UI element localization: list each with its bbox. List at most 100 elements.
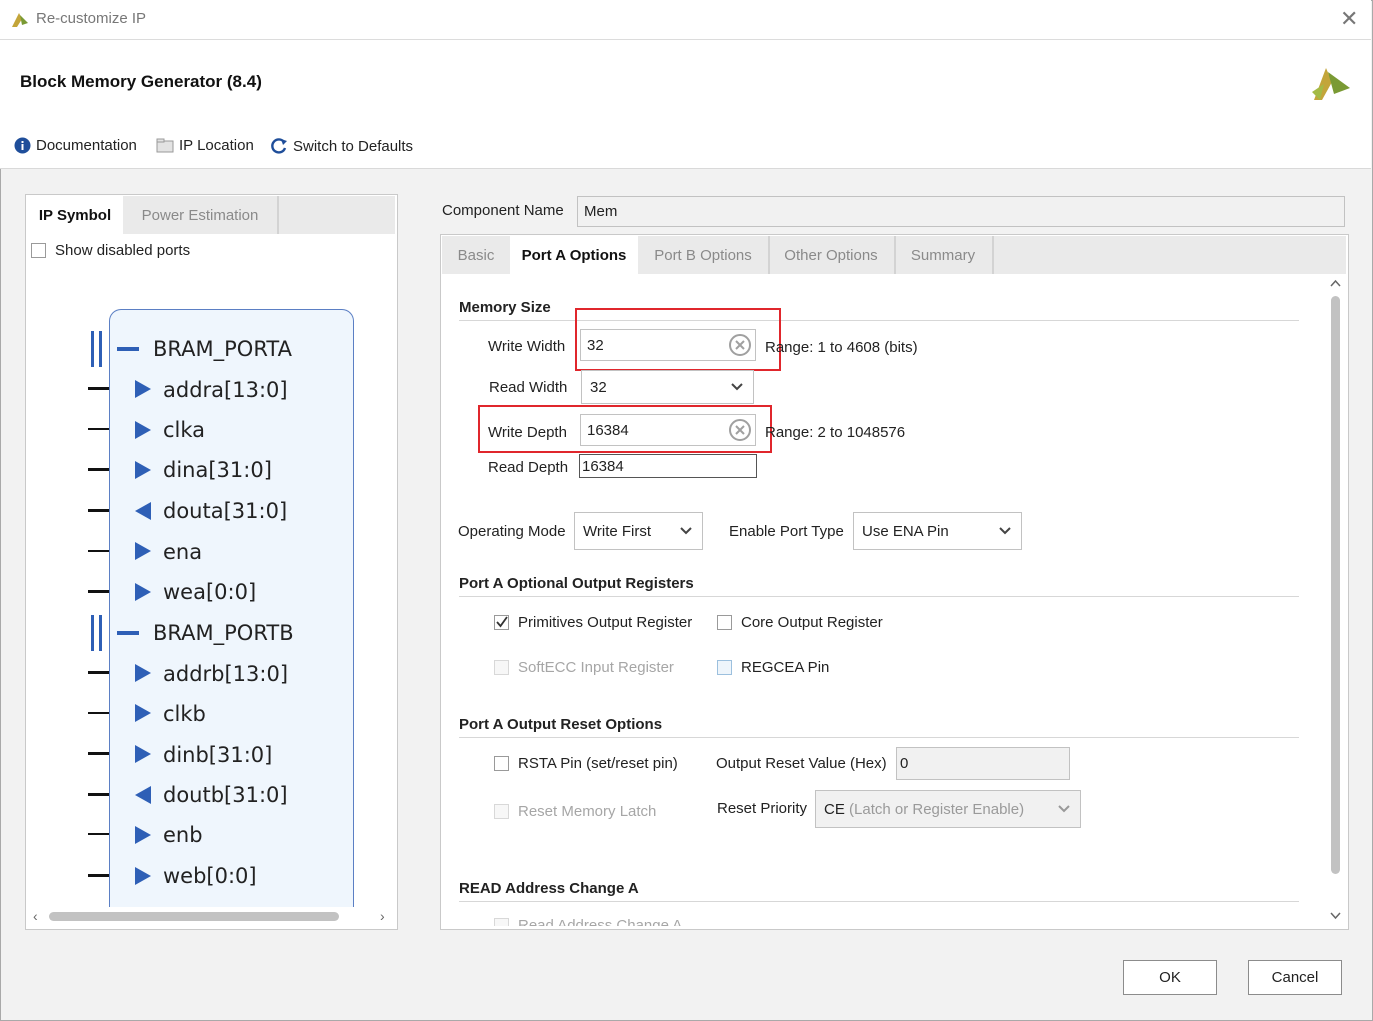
scroll-right-icon[interactable]: › — [380, 908, 385, 924]
output-reset-value: 0 — [900, 755, 909, 772]
tab-port-b-options[interactable]: Port B Options — [638, 236, 770, 274]
collapse-icon[interactable] — [117, 631, 139, 635]
port-label: wea[0:0] — [163, 580, 257, 604]
input-arrow-icon — [135, 826, 151, 844]
port-stub — [88, 874, 109, 877]
xilinx-logo-icon — [1312, 68, 1350, 100]
regcea-pin-checkbox[interactable] — [717, 660, 732, 675]
folder-icon — [156, 138, 174, 153]
checkmark-icon — [496, 616, 508, 628]
port-stub — [88, 833, 109, 835]
collapse-icon[interactable] — [117, 347, 139, 351]
ip-location-label: IP Location — [179, 137, 254, 154]
switch-defaults-label: Switch to Defaults — [293, 137, 414, 155]
tab-ip-symbol[interactable]: IP Symbol — [27, 196, 123, 234]
port-label: clka — [163, 418, 206, 442]
primitives-output-register-label: Primitives Output Register — [518, 614, 693, 631]
operating-mode-value: Write First — [583, 522, 652, 540]
documentation-button[interactable]: Documentation — [14, 137, 137, 154]
read-depth-value: 16384 — [582, 457, 624, 475]
port-stub — [88, 468, 109, 471]
scroll-up-icon[interactable] — [1330, 279, 1341, 287]
core-output-register-label: Core Output Register — [741, 614, 883, 631]
reset-priority-select: CE (Latch or Register Enable) — [815, 790, 1081, 828]
memory-size-heading: Memory Size — [459, 299, 551, 316]
port-stub — [88, 550, 109, 552]
enable-port-type-select[interactable]: Use ENA Pin — [853, 512, 1022, 550]
rsta-pin-checkbox[interactable] — [494, 756, 509, 771]
reset-memory-latch-checkbox — [494, 804, 509, 819]
reset-options-heading: Port A Output Reset Options — [459, 716, 663, 733]
read-width-label: Read Width — [489, 379, 568, 396]
chevron-down-icon — [1058, 805, 1070, 813]
input-arrow-icon — [135, 867, 151, 885]
input-arrow-icon — [135, 421, 151, 439]
port-stub — [88, 509, 109, 512]
tab-basic[interactable]: Basic — [442, 236, 512, 274]
close-button[interactable]: ✕ — [1340, 6, 1358, 32]
port-stub — [88, 793, 109, 796]
output-arrow-icon — [135, 786, 151, 804]
component-name-label: Component Name — [442, 202, 564, 219]
highlight-box-write-depth — [478, 405, 772, 453]
show-disabled-ports-label: Show disabled ports — [55, 242, 191, 259]
bus-bar-left — [91, 331, 94, 367]
bus-bar-left — [91, 615, 94, 651]
highlight-box-write-width — [575, 308, 781, 371]
section-divider — [459, 901, 1299, 902]
read-depth-field: 16384 — [579, 454, 757, 478]
bus-bar-right — [99, 615, 102, 651]
read-width-select[interactable]: 32 — [581, 370, 754, 404]
read-address-clip: Read Address Change A — [490, 912, 790, 926]
scroll-down-icon[interactable] — [1330, 912, 1341, 920]
softecc-input-register-checkbox — [494, 660, 509, 675]
show-disabled-ports-checkbox[interactable] — [31, 243, 46, 258]
ip-location-button[interactable]: IP Location — [156, 137, 254, 154]
read-address-heading: READ Address Change A — [459, 880, 639, 897]
read-width-value: 32 — [590, 378, 607, 396]
port-label: addrb[13:0] — [163, 662, 289, 686]
reset-priority-value: CE (Latch or Register Enable) — [824, 801, 1024, 818]
input-arrow-icon — [135, 704, 151, 722]
input-arrow-icon — [135, 380, 151, 398]
enable-port-type-value: Use ENA Pin — [862, 522, 949, 540]
ok-button[interactable]: OK — [1123, 960, 1217, 995]
port-stub — [88, 387, 109, 390]
port-label: clkb — [163, 702, 206, 726]
tab-power-estimation[interactable]: Power Estimation — [123, 196, 279, 234]
write-depth-range: Range: 2 to 1048576 — [765, 424, 906, 441]
output-registers-heading: Port A Optional Output Registers — [459, 575, 694, 592]
operating-mode-select[interactable]: Write First — [574, 512, 703, 550]
port-label: dinb[31:0] — [163, 743, 273, 767]
tab-other-options[interactable]: Other Options — [768, 236, 896, 274]
cancel-button[interactable]: Cancel — [1248, 960, 1342, 995]
scroll-left-icon[interactable]: ‹ — [33, 908, 38, 924]
reset-priority-rest: (Latch or Register Enable) — [844, 800, 1025, 818]
enable-port-type-label: Enable Port Type — [729, 523, 844, 540]
softecc-input-register-label: SoftECC Input Register — [518, 659, 674, 676]
scrollbar-thumb[interactable] — [49, 912, 339, 921]
port-label: doutb[31:0] — [163, 783, 288, 807]
vivado-logo-icon — [12, 13, 28, 27]
switch-defaults-button[interactable]: Switch to Defaults — [270, 137, 413, 155]
window-title: Re-customize IP — [36, 10, 147, 27]
component-name-input[interactable]: Mem — [577, 196, 1345, 227]
core-output-register-checkbox[interactable] — [717, 615, 732, 630]
port-label: enb — [163, 823, 203, 847]
group-label-portb: BRAM_PORTB — [153, 621, 294, 645]
rsta-pin-label: RSTA Pin (set/reset pin) — [518, 755, 678, 772]
tab-port-a-options[interactable]: Port A Options — [510, 236, 638, 274]
read-address-change-checkbox — [494, 918, 509, 926]
input-arrow-icon — [135, 542, 151, 560]
scrollbar-thumb[interactable] — [1331, 296, 1340, 874]
port-label: douta[31:0] — [163, 499, 288, 523]
reset-priority-label: Reset Priority — [717, 800, 808, 817]
chevron-down-icon — [680, 527, 692, 535]
title-bar — [0, 0, 1371, 40]
port-stub — [88, 712, 109, 714]
tab-summary[interactable]: Summary — [894, 236, 994, 274]
output-reset-value-input: 0 — [896, 747, 1070, 780]
input-arrow-icon — [135, 745, 151, 763]
port-label: addra[13:0] — [163, 378, 288, 402]
reset-priority-main: CE — [824, 800, 845, 818]
